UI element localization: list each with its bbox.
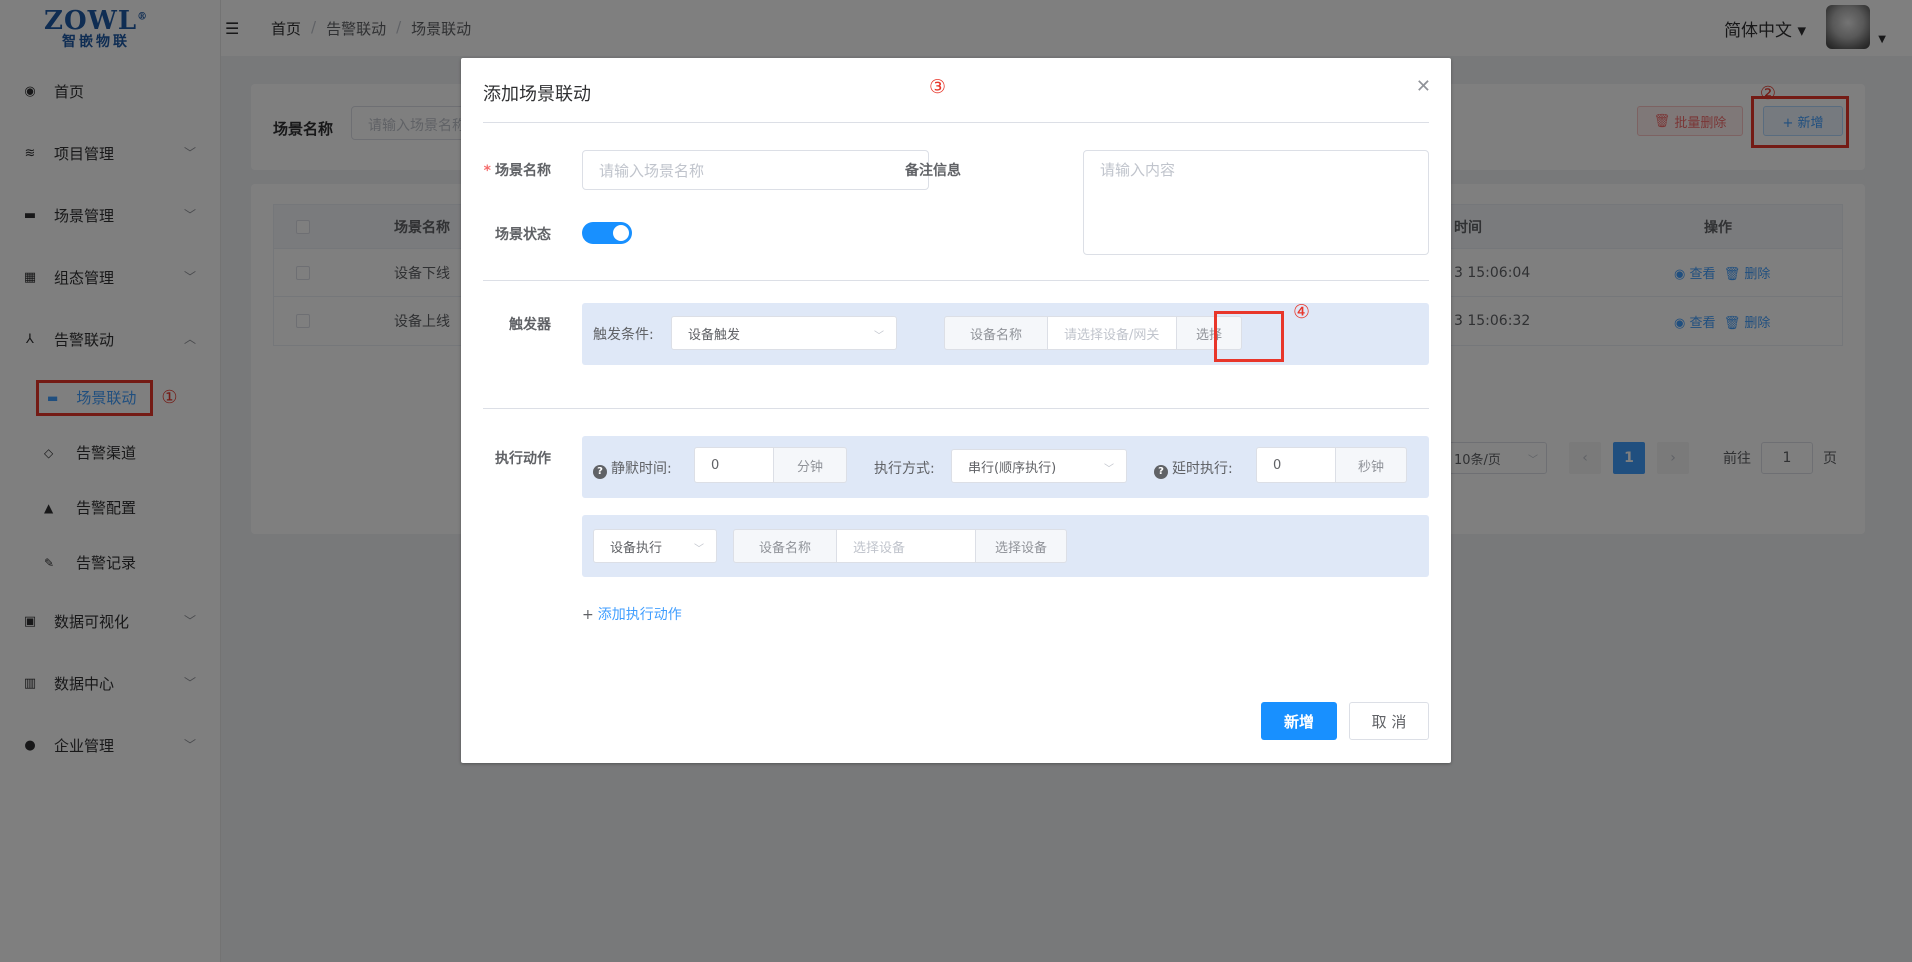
device-name-prepend: 设备名称 [944,316,1048,350]
divider [483,408,1429,409]
scene-status-switch[interactable] [582,222,632,244]
choose-exec-device-button[interactable]: 选择设备 [975,529,1067,563]
scene-status-label: 场景状态 [495,227,551,243]
silence-time-input[interactable]: 0 [694,447,774,483]
add-action-label: 添加执行动作 [597,607,682,623]
divider [483,122,1429,123]
exec-device-input[interactable]: 选择设备 [836,529,976,563]
delay-label-text: 延时执行: [1172,461,1233,477]
close-icon[interactable]: ✕ [1416,76,1431,97]
annotation-marker-3: ③ [929,76,947,98]
trigger-condition-label: 触发条件: [593,327,654,343]
chevron-down-icon: ﹀ [1104,464,1114,475]
delay-unit: 秒钟 [1335,447,1407,483]
remark-label: 备注信息 [905,163,961,179]
question-icon: ? [1154,465,1168,479]
exec-device-prepend: 设备名称 [733,529,837,563]
scene-name-label: * 场景名称 [461,160,551,180]
silence-label-text: 静默时间: [611,461,672,477]
action-label: 执行动作 [495,451,551,467]
trigger-condition-value: 设备触发 [688,327,741,343]
exec-type-value: 设备执行 [610,540,663,556]
annotation-marker-4: ④ [1293,301,1311,323]
exec-mode-value: 串行(顺序执行) [968,460,1057,476]
dialog-title: 添加场景联动 [483,84,591,105]
delay-label: ? 延时执行: [1154,458,1233,479]
silence-unit: 分钟 [773,447,847,483]
remark-textarea[interactable]: 请输入内容 [1083,150,1429,255]
required-marker: * [483,163,491,179]
trigger-label: 触发器 [509,317,551,333]
chevron-down-icon: ﹀ [874,331,884,342]
cancel-button[interactable]: 取 消 [1349,702,1429,740]
question-icon: ? [593,465,607,479]
trigger-device-input[interactable]: 请选择设备/网关 [1047,316,1177,350]
trigger-condition-select[interactable]: 设备触发 ﹀ [671,316,897,350]
scene-name-label-text: 场景名称 [495,163,551,179]
exec-type-select[interactable]: 设备执行 ﹀ [593,529,717,563]
annotation-box-4 [1214,311,1284,362]
chevron-down-icon: ﹀ [694,544,704,555]
delay-time-input[interactable]: 0 [1256,447,1336,483]
exec-mode-label: 执行方式: [874,461,935,477]
add-scene-dialog: 添加场景联动 ③ ✕ * 场景名称 请输入场景名称 备注信息 请输入内容 场景状态… [461,58,1451,763]
plus-icon: + [582,607,594,623]
confirm-add-button[interactable]: 新增 [1261,702,1337,740]
divider [483,280,1429,281]
exec-mode-select[interactable]: 串行(顺序执行) ﹀ [951,449,1127,483]
add-action-link[interactable]: + 添加执行动作 [582,604,682,624]
silence-label: ? 静默时间: [593,458,672,479]
